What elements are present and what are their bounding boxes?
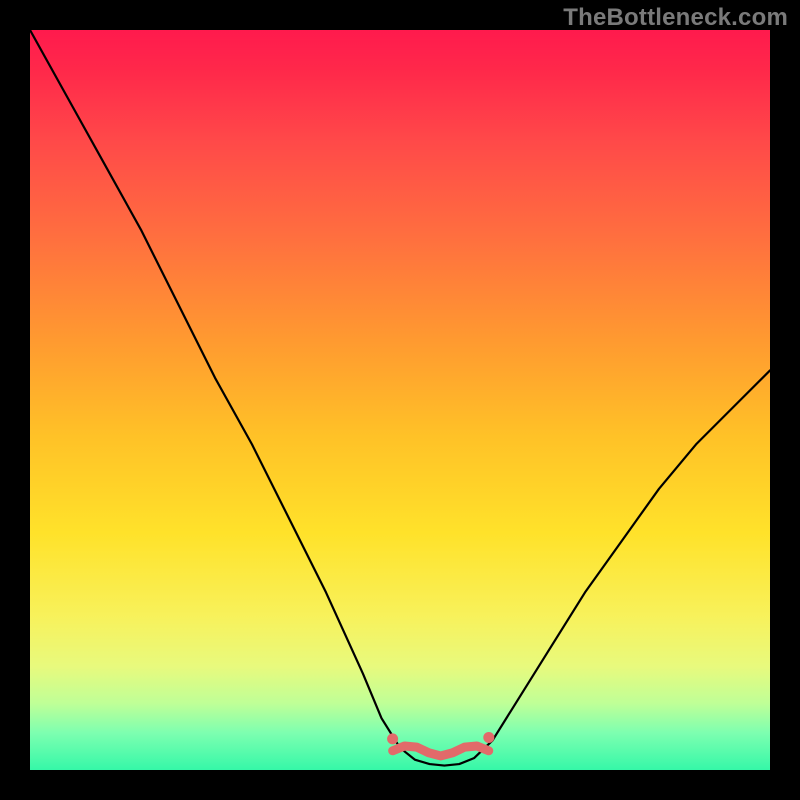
watermark-text: TheBottleneck.com — [563, 4, 788, 32]
curve-svg — [30, 30, 770, 770]
bottleneck-curve — [30, 30, 770, 766]
plot-area — [30, 30, 770, 770]
bottom-dot-left — [387, 733, 398, 744]
chart-frame: TheBottleneck.com — [0, 0, 800, 800]
bottom-dot-right — [483, 732, 494, 743]
